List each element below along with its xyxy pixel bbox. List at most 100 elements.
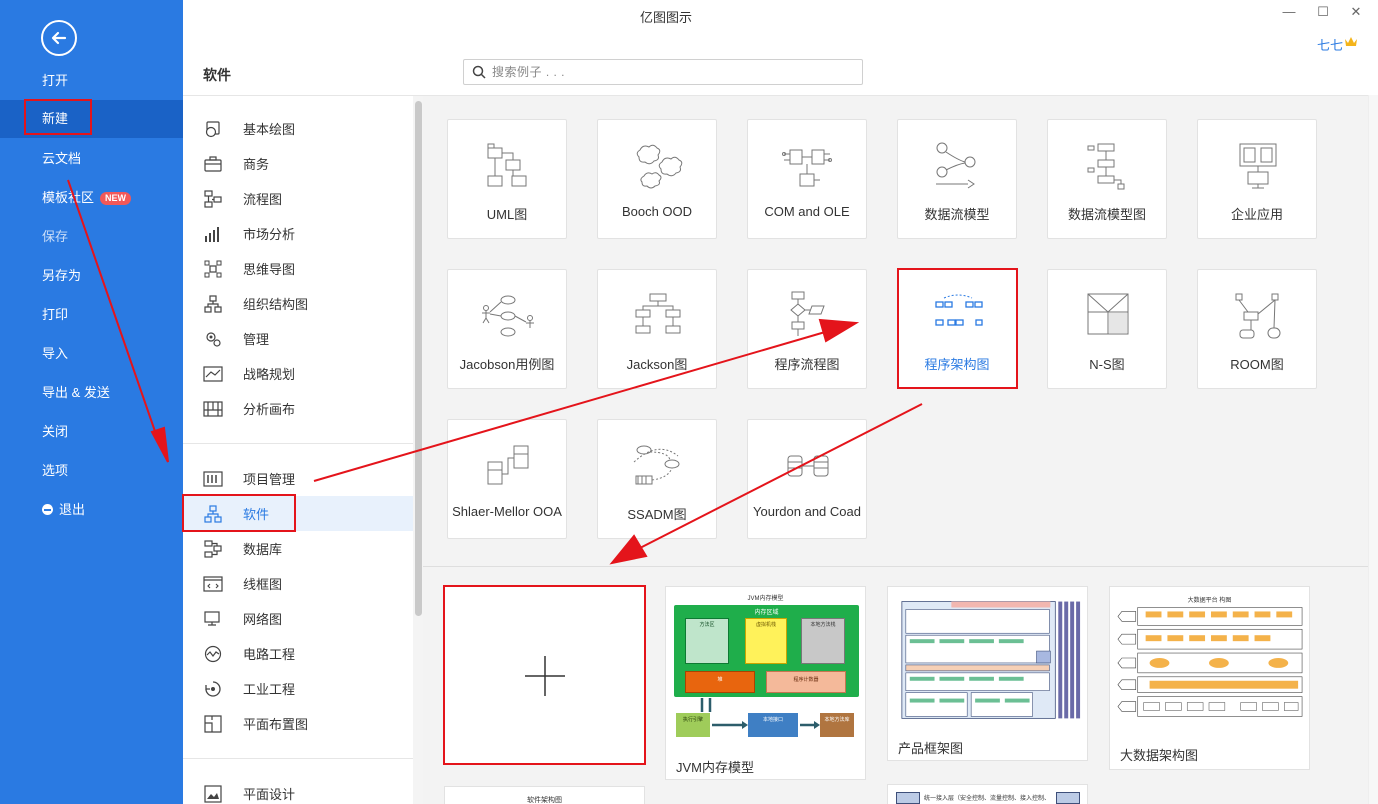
nav-exit[interactable]: 退出 bbox=[0, 491, 183, 529]
tile-room[interactable]: ROOM图 bbox=[1197, 269, 1317, 389]
tile-ssadm[interactable]: SSADM图 bbox=[597, 419, 717, 539]
nav-save-as[interactable]: 另存为 bbox=[0, 257, 183, 295]
category-divider bbox=[183, 758, 413, 759]
template-card-product[interactable]: 产品框架图 bbox=[887, 586, 1088, 761]
tile-ns[interactable]: N-S图 bbox=[1047, 269, 1167, 389]
tile-shlaer-mellor[interactable]: Shlaer-Mellor OOA bbox=[447, 419, 567, 539]
jvm-vm-stack: 虚拟机栈 bbox=[745, 618, 787, 664]
nav-options[interactable]: 选项 bbox=[0, 452, 183, 490]
category-wireframe[interactable]: 线框图 bbox=[183, 566, 413, 601]
category-org[interactable]: 组织结构图 bbox=[183, 286, 413, 321]
category-circuit[interactable]: 电路工程 bbox=[183, 636, 413, 671]
tile-dataflow-diagram[interactable]: 数据流模型图 bbox=[1047, 119, 1167, 239]
category-market[interactable]: 市场分析 bbox=[183, 216, 413, 251]
tile-label: 程序流程图 bbox=[774, 357, 840, 372]
tile-jacobson[interactable]: Jacobson用例图 bbox=[447, 269, 567, 389]
category-project[interactable]: 项目管理 bbox=[183, 461, 413, 496]
search-icon bbox=[472, 65, 486, 79]
network-icon bbox=[203, 610, 223, 628]
minimize-button[interactable]: — bbox=[1282, 4, 1296, 19]
database-icon bbox=[203, 539, 223, 558]
tile-label: ROOM图 bbox=[1230, 357, 1284, 372]
category-basic[interactable]: 基本绘图 bbox=[183, 111, 413, 146]
user-name[interactable]: 七七 bbox=[1317, 35, 1343, 54]
category-label: 平面布置图 bbox=[243, 717, 309, 732]
template-card-partial-2[interactable]: 统一接入层（安全控制、流量控制、接入控制、业务隔离） bbox=[887, 784, 1088, 804]
category-industrial[interactable]: 工业工程 bbox=[183, 671, 413, 706]
tile-booch[interactable]: Booch OOD bbox=[597, 119, 717, 239]
nav-save[interactable]: 保存 bbox=[0, 218, 183, 256]
nav-template-community[interactable]: 模板社区 NEW bbox=[0, 179, 183, 217]
tile-label: N-S图 bbox=[1089, 357, 1125, 372]
flowchart-icon bbox=[203, 189, 223, 208]
blank-template-card[interactable] bbox=[444, 586, 645, 764]
yourdon-coad-icon bbox=[787, 455, 829, 477]
jvm-method-area: 方法区 bbox=[685, 618, 729, 664]
tile-com-ole[interactable]: COM and OLE bbox=[747, 119, 867, 239]
strategy-icon bbox=[203, 365, 223, 383]
nav-close[interactable]: 关闭 bbox=[0, 413, 183, 451]
nav-export-send[interactable]: 导出 & 发送 bbox=[0, 374, 183, 412]
tile-yourdon-coad[interactable]: Yourdon and Coad bbox=[747, 419, 867, 539]
ssadm-icon bbox=[633, 445, 680, 485]
tile-uml[interactable]: UML图 bbox=[447, 119, 567, 239]
category-label: 项目管理 bbox=[243, 472, 296, 487]
category-label: 工业工程 bbox=[243, 682, 296, 697]
content-scrollbar[interactable] bbox=[1368, 95, 1378, 804]
nav-cloud-docs[interactable]: 云文档 bbox=[0, 140, 183, 178]
tile-program-architecture[interactable]: 程序架构图 bbox=[897, 269, 1017, 389]
category-label: 战略规划 bbox=[243, 367, 296, 382]
tile-program-flow[interactable]: 程序流程图 bbox=[747, 269, 867, 389]
search-box[interactable] bbox=[463, 59, 863, 85]
shlaer-mellor-icon bbox=[487, 445, 529, 485]
template-card-bigdata[interactable]: 大数据平台 构图 大数据架构图 bbox=[1109, 586, 1310, 770]
partial-card-block bbox=[1056, 792, 1080, 804]
category-label: 电路工程 bbox=[243, 647, 296, 662]
mindmap-icon bbox=[203, 260, 223, 278]
jvm-arrows bbox=[700, 698, 820, 729]
template-card-jvm[interactable]: JVM内存模型 内存区域 方法区 虚拟机栈 本地方法栈 堆 程序计数器 执行引擎… bbox=[665, 586, 866, 780]
nav-print[interactable]: 打印 bbox=[0, 296, 183, 334]
category-canvas[interactable]: 分析画布 bbox=[183, 391, 413, 426]
jvm-box-label: 方法区 bbox=[699, 622, 715, 628]
nav-exit-label: 退出 bbox=[59, 502, 86, 517]
category-business[interactable]: 商务 bbox=[183, 146, 413, 181]
back-icon[interactable] bbox=[41, 20, 77, 56]
template-card-partial-1[interactable]: 软件架构图 bbox=[444, 786, 645, 804]
category-management[interactable]: 管理 bbox=[183, 321, 413, 356]
close-button[interactable]: ✕ bbox=[1349, 4, 1363, 20]
nav-new[interactable]: 新建 bbox=[0, 100, 183, 138]
canvas-icon bbox=[203, 400, 223, 418]
maximize-button[interactable]: ☐ bbox=[1316, 4, 1330, 20]
category-database[interactable]: 数据库 bbox=[183, 531, 413, 566]
tile-enterprise[interactable]: 企业应用 bbox=[1197, 119, 1317, 239]
category-network[interactable]: 网络图 bbox=[183, 601, 413, 636]
tile-label: Jacobson用例图 bbox=[459, 357, 555, 372]
section-heading: 软件 bbox=[203, 67, 231, 83]
tile-label: Jackson图 bbox=[626, 357, 688, 372]
category-label: 网络图 bbox=[243, 612, 283, 627]
category-graphic-design[interactable]: 平面设计 bbox=[183, 776, 413, 804]
tile-dataflow-model[interactable]: 数据流模型 bbox=[897, 119, 1017, 239]
tile-jackson[interactable]: Jackson图 bbox=[597, 269, 717, 389]
jvm-pc-register: 程序计数器 bbox=[766, 671, 846, 693]
category-floorplan[interactable]: 平面布置图 bbox=[183, 706, 413, 741]
category-flowchart[interactable]: 流程图 bbox=[183, 181, 413, 216]
category-mindmap[interactable]: 思维导图 bbox=[183, 251, 413, 286]
enterprise-app-icon bbox=[1239, 143, 1277, 189]
partial-card-block bbox=[896, 792, 920, 804]
category-strategy[interactable]: 战略规划 bbox=[183, 356, 413, 391]
category-label: 线框图 bbox=[243, 577, 283, 592]
search-input[interactable] bbox=[492, 65, 832, 79]
nav-open[interactable]: 打开 bbox=[0, 62, 183, 100]
tile-label: Booch OOD bbox=[621, 204, 693, 219]
category-scrollbar-thumb[interactable] bbox=[415, 101, 422, 616]
category-software[interactable]: 软件 bbox=[183, 496, 413, 531]
category-label: 市场分析 bbox=[243, 227, 296, 242]
plus-icon bbox=[525, 656, 565, 696]
jvm-native-stack: 本地方法栈 bbox=[801, 618, 845, 664]
exit-icon bbox=[42, 504, 53, 515]
tile-label: Shlaer-Mellor OOA bbox=[452, 504, 562, 519]
graphic-design-icon bbox=[203, 784, 223, 803]
nav-import[interactable]: 导入 bbox=[0, 335, 183, 373]
